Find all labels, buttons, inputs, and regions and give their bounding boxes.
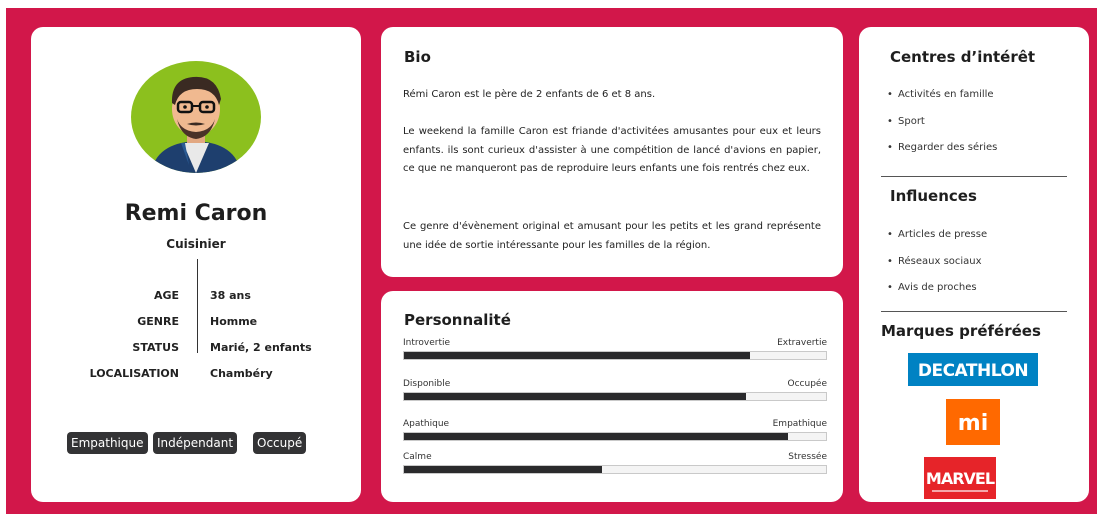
list-item: Activités en famille bbox=[887, 89, 997, 116]
avatar bbox=[131, 61, 261, 173]
brands-title: Marques préférées bbox=[881, 322, 1041, 340]
trait-bar-fill bbox=[404, 352, 751, 359]
fact-value: Chambéry bbox=[210, 367, 273, 380]
fact-label: STATUS bbox=[132, 341, 179, 354]
trait-bar-track bbox=[403, 351, 827, 360]
decathlon-logo: DECATHLON bbox=[908, 353, 1038, 386]
mi-logo: mi bbox=[946, 399, 1000, 445]
trait-left-label: Apathique bbox=[403, 419, 450, 429]
fact-row-genre: GENRE Homme bbox=[31, 315, 361, 341]
fact-value: Marié, 2 enfants bbox=[210, 341, 312, 354]
trait-bar-track bbox=[403, 432, 827, 441]
fact-label: GENRE bbox=[137, 315, 179, 328]
trait-bar-track bbox=[403, 392, 827, 401]
profile-card: Remi Caron Cuisinier AGE 38 ans GENRE Ho… bbox=[31, 27, 361, 502]
personality-title: Personnalité bbox=[404, 311, 511, 329]
fact-value: 38 ans bbox=[210, 289, 251, 302]
trait-row: Calme Stressée bbox=[403, 452, 827, 482]
fact-row-localisation: LOCALISATION Chambéry bbox=[31, 367, 361, 393]
fact-label: LOCALISATION bbox=[89, 367, 179, 380]
influences-list: Articles de presse Réseaux sociaux Avis … bbox=[887, 229, 987, 309]
tag: Indépendant bbox=[153, 432, 238, 454]
interests-list: Activités en famille Sport Regarder des … bbox=[887, 89, 997, 169]
list-item: Regarder des séries bbox=[887, 142, 997, 169]
list-item: Avis de proches bbox=[887, 282, 987, 309]
list-item: Réseaux sociaux bbox=[887, 256, 987, 283]
section-divider bbox=[881, 311, 1067, 312]
profile-role: Cuisinier bbox=[166, 237, 226, 251]
trait-right-label: Stressée bbox=[788, 452, 827, 462]
trait-left-label: Introvertie bbox=[403, 338, 451, 348]
bio-paragraph: Ce genre d'évènement original et amusant… bbox=[403, 221, 821, 251]
list-item: Articles de presse bbox=[887, 229, 987, 256]
side-card: Centres d’intérêt Activités en famille S… bbox=[859, 27, 1089, 502]
trait-right-label: Occupée bbox=[787, 379, 827, 389]
list-item: Sport bbox=[887, 116, 997, 143]
bio-paragraph: Le weekend la famille Caron est friande … bbox=[403, 126, 821, 174]
trait-left-label: Calme bbox=[403, 452, 432, 462]
fact-row-status: STATUS Marié, 2 enfants bbox=[31, 341, 361, 367]
interests-title: Centres d’intérêt bbox=[890, 48, 1036, 66]
trait-right-label: Empathique bbox=[772, 419, 827, 429]
fact-label: AGE bbox=[153, 289, 179, 302]
trait-row: Introvertie Extravertie bbox=[403, 338, 827, 368]
profile-name: Remi Caron bbox=[124, 201, 268, 226]
influences-title: Influences bbox=[890, 187, 977, 205]
trait-bar-fill bbox=[404, 466, 603, 473]
fact-value: Homme bbox=[210, 315, 258, 328]
trait-left-label: Disponible bbox=[403, 379, 451, 389]
trait-row: Apathique Empathique bbox=[403, 419, 827, 449]
tag: Empathique bbox=[67, 432, 148, 454]
marvel-text: MARVEL bbox=[926, 469, 995, 488]
mi-text: mi bbox=[958, 411, 988, 436]
trait-bar-fill bbox=[404, 433, 789, 440]
tag: Occupé bbox=[253, 432, 307, 454]
trait-bar-track bbox=[403, 465, 827, 474]
bio-title: Bio bbox=[404, 48, 431, 66]
marvel-logo: MARVEL bbox=[924, 457, 996, 499]
trait-row: Disponible Occupée bbox=[403, 379, 827, 409]
trait-bar-fill bbox=[404, 393, 746, 400]
trait-right-label: Extravertie bbox=[777, 338, 827, 348]
bio-card: Bio Rémi Caron est le père de 2 enfants … bbox=[381, 27, 843, 277]
personality-card: Personnalité Introvertie Extravertie Dis… bbox=[381, 291, 843, 502]
decathlon-text: DECATHLON bbox=[918, 361, 1028, 381]
bio-paragraph: Rémi Caron est le père de 2 enfants de 6… bbox=[403, 89, 656, 100]
fact-row-age: AGE 38 ans bbox=[31, 289, 361, 315]
section-divider bbox=[881, 176, 1067, 177]
